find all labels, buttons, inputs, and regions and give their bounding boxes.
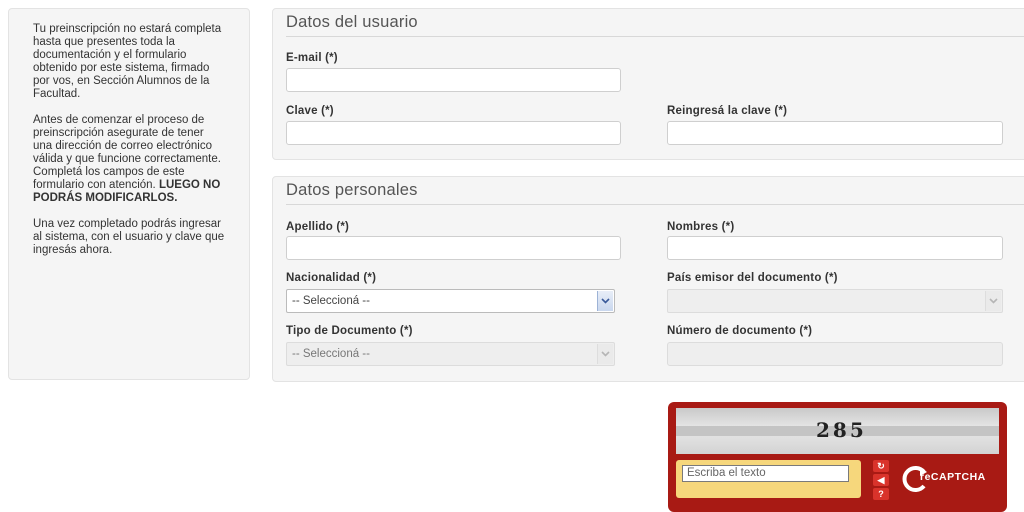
apellido-field[interactable]	[286, 236, 621, 260]
audio-icon[interactable]: ◀	[873, 474, 889, 486]
tipo-documento-label: Tipo de Documento (*)	[286, 325, 413, 337]
instructions-panel: Tu preinscripción no estará completa has…	[8, 8, 250, 380]
legend-divider	[286, 204, 1024, 205]
nacionalidad-select[interactable]: -- Seleccioná --	[286, 289, 615, 313]
legend-divider	[286, 36, 1024, 37]
email-field[interactable]	[286, 68, 621, 92]
tipo-documento-selected-value: -- Seleccioná --	[292, 348, 370, 360]
password-confirm-field[interactable]	[667, 121, 1003, 145]
user-data-fieldset: Datos del usuario E-mail (*) Clave (*) R…	[272, 8, 1024, 160]
captcha-controls: ↻ ◀ ?	[873, 460, 889, 502]
instructions-paragraph-2: Antes de comenzar el proceso de preinscr…	[33, 114, 225, 205]
captcha-response-input[interactable]: Escriba el texto	[682, 465, 849, 482]
user-data-legend: Datos del usuario	[286, 13, 418, 31]
personal-data-fieldset: Datos personales Apellido (*) Nombres (*…	[272, 176, 1024, 382]
recaptcha-widget: 285 Escriba el texto ↻ ◀ ? reCAPTCHA	[668, 402, 1007, 512]
nacionalidad-label: Nacionalidad (*)	[286, 272, 377, 284]
password-confirm-label: Reingresá la clave (*)	[667, 105, 788, 117]
numero-documento-label: Número de documento (*)	[667, 325, 813, 337]
pais-emisor-label: País emisor del documento (*)	[667, 272, 838, 284]
chevron-down-icon	[597, 344, 613, 364]
email-label: E-mail (*)	[286, 52, 338, 64]
nombres-field[interactable]	[667, 236, 1003, 260]
instructions-paragraph-1: Tu preinscripción no estará completa has…	[33, 23, 222, 100]
help-icon[interactable]: ?	[873, 488, 889, 500]
chevron-down-icon[interactable]	[597, 291, 613, 311]
instructions-paragraph-3: Una vez completado podrás ingresar al si…	[33, 218, 225, 256]
nacionalidad-selected-value: -- Seleccioná --	[292, 295, 370, 307]
personal-data-legend: Datos personales	[286, 181, 418, 199]
recaptcha-logo: reCAPTCHA	[900, 464, 1000, 494]
apellido-label: Apellido (*)	[286, 221, 350, 233]
chevron-down-icon	[985, 291, 1001, 311]
password-label: Clave (*)	[286, 105, 334, 117]
nombres-label: Nombres (*)	[667, 221, 735, 233]
captcha-image: 285	[676, 408, 999, 454]
pais-emisor-select	[667, 289, 1003, 313]
captcha-input-area: Escriba el texto	[676, 460, 861, 498]
recaptcha-brand-text: reCAPTCHA	[920, 471, 986, 483]
captcha-challenge-text: 285	[816, 418, 867, 442]
password-field[interactable]	[286, 121, 621, 145]
refresh-icon[interactable]: ↻	[873, 460, 889, 472]
tipo-documento-select: -- Seleccioná --	[286, 342, 615, 366]
numero-documento-field	[667, 342, 1003, 366]
